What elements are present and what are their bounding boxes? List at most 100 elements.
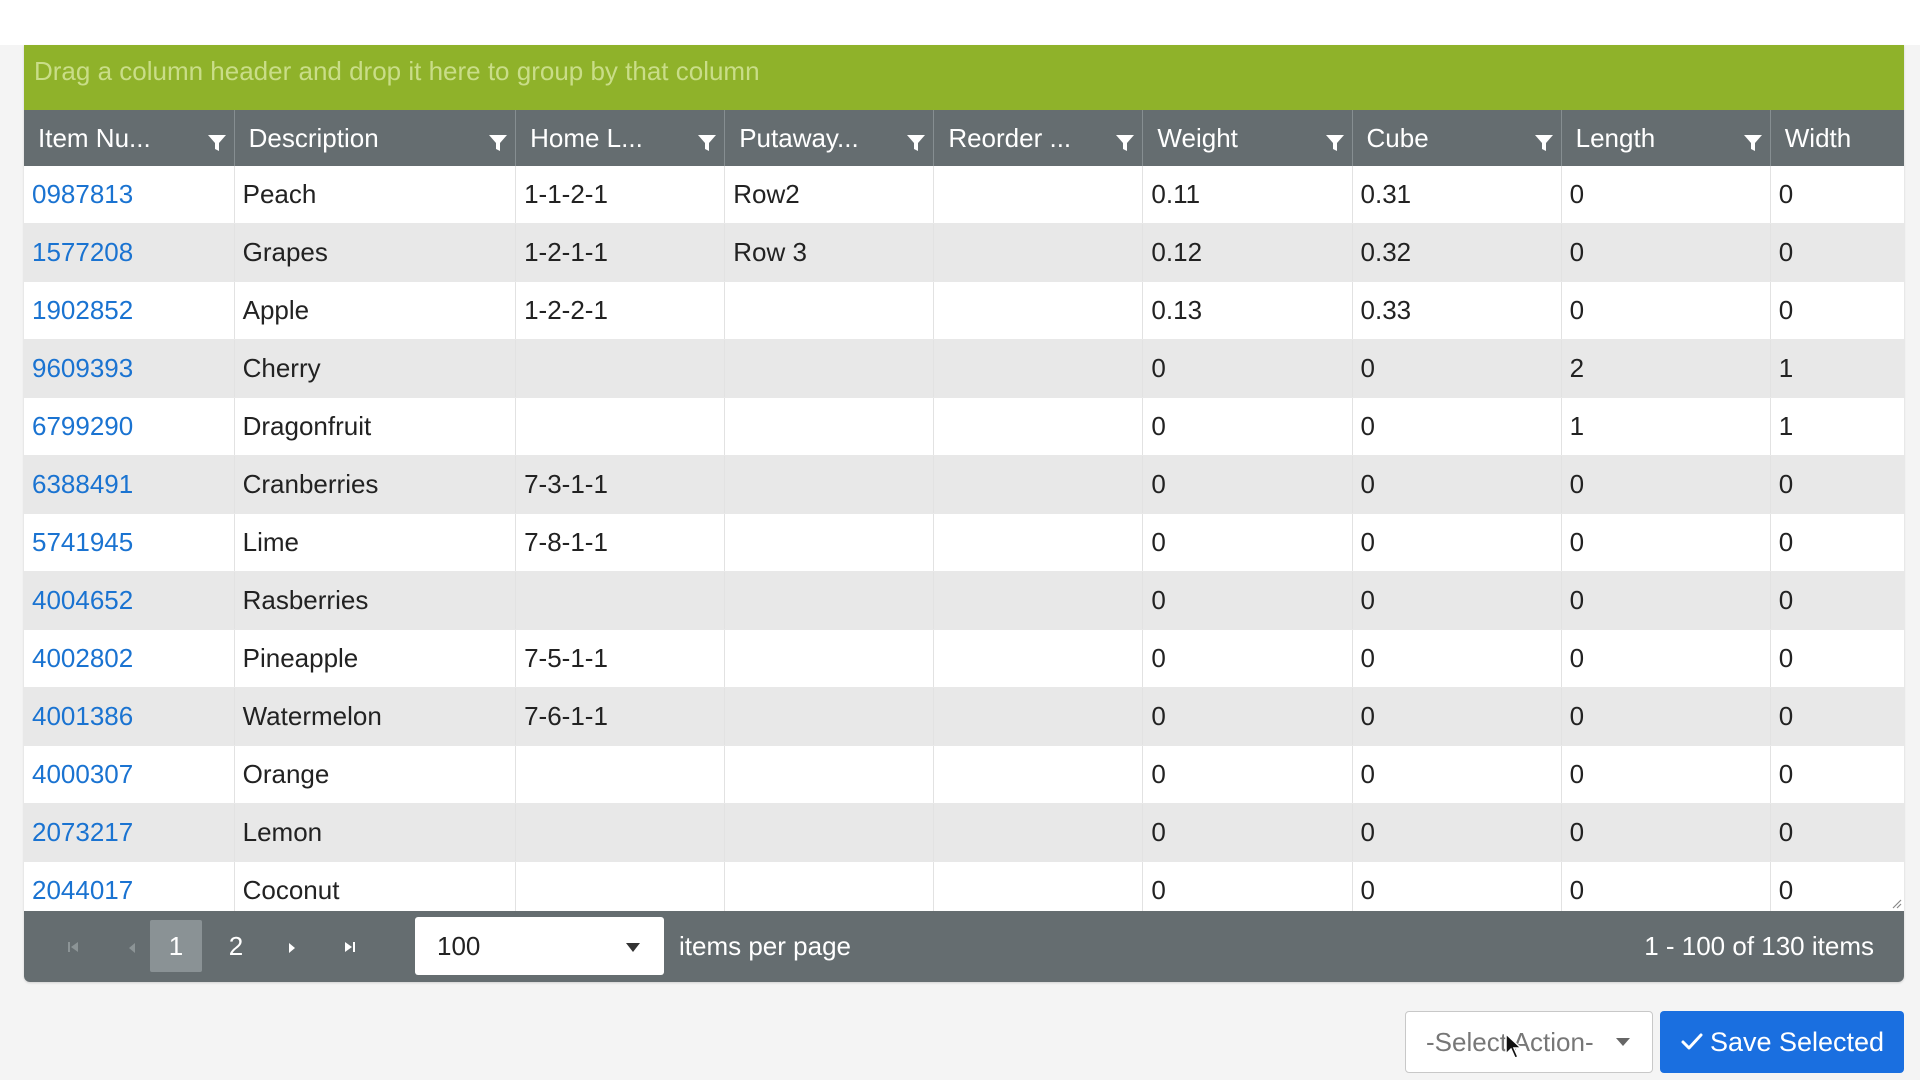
table-cell: 1-2-2-1 — [515, 281, 726, 340]
table-cell: 0 — [1352, 513, 1562, 572]
table-cell — [933, 223, 1144, 282]
table-cell: Row2 — [724, 166, 935, 224]
table-cell: 0 — [1352, 455, 1562, 514]
group-by-drop-zone[interactable]: Drag a column header and drop it here to… — [24, 45, 1904, 110]
filter-icon[interactable] — [1114, 130, 1136, 152]
cell-value: 0 — [1360, 701, 1375, 731]
table-cell: 0.31 — [1352, 166, 1562, 224]
table-row[interactable]: 6799290 Dragonfruit 0 0 1 1 — [24, 397, 1904, 456]
table-cell: 0 — [1142, 629, 1353, 688]
column-header[interactable]: Reorder ... — [933, 110, 1144, 166]
table-row[interactable]: 4000307 Orange 0 0 0 0 — [24, 745, 1904, 804]
first-page-icon[interactable] — [47, 920, 99, 972]
cell-value: Orange — [242, 759, 330, 789]
cell-value: 0 — [1151, 527, 1166, 557]
column-header[interactable]: Home L... — [515, 110, 726, 166]
item-number-link[interactable]: 1902852 — [32, 295, 133, 325]
item-number-link[interactable]: 4001386 — [32, 701, 133, 731]
table-cell: 5741945 — [24, 513, 235, 572]
cell-value: 1-2-2-1 — [524, 295, 608, 325]
table-cell: 0 — [1142, 571, 1353, 630]
table-cell: 0 — [1142, 339, 1353, 398]
table-cell: Cranberries — [234, 455, 517, 514]
last-page-icon[interactable] — [324, 920, 376, 972]
table-cell: 0 — [1561, 455, 1771, 514]
table-cell: Pineapple — [234, 629, 517, 688]
item-number-link[interactable]: 6388491 — [32, 469, 133, 499]
table-cell: Peach — [234, 166, 517, 224]
table-cell: 0 — [1770, 513, 1904, 572]
filter-icon[interactable] — [1533, 130, 1555, 152]
cell-value: 0 — [1778, 295, 1794, 325]
pager-info: 1 - 100 of 130 items — [1644, 931, 1874, 961]
page-size-select[interactable]: 100 — [415, 917, 664, 975]
item-number-link[interactable]: 4002802 — [32, 643, 133, 673]
table-cell: 0 — [1142, 745, 1353, 804]
cell-value: 0 — [1360, 527, 1375, 557]
cell-value: 0 — [1569, 759, 1585, 789]
item-number-link[interactable]: 2073217 — [32, 817, 133, 847]
column-header[interactable]: Cube — [1352, 110, 1562, 166]
table-row[interactable]: 5741945 Lime 7-8-1-1 0 0 0 0 — [24, 513, 1904, 572]
save-selected-button[interactable]: Save Selected — [1660, 1011, 1904, 1073]
table-cell — [933, 513, 1144, 572]
column-header[interactable]: Item Nu... — [24, 110, 235, 166]
filter-icon[interactable] — [487, 130, 509, 152]
filter-icon[interactable] — [206, 130, 228, 152]
cell-value: Grapes — [242, 237, 328, 267]
table-cell: 0 — [1561, 571, 1771, 630]
table-cell: 0 — [1770, 629, 1904, 688]
page-1-button[interactable]: 1 — [150, 920, 202, 972]
column-header[interactable]: Description — [234, 110, 517, 166]
next-page-icon[interactable] — [266, 920, 318, 972]
table-cell: 0 — [1561, 629, 1771, 688]
filter-icon[interactable] — [1742, 130, 1764, 152]
table-cell: Orange — [234, 745, 517, 804]
table-row[interactable]: 1902852 Apple 1-2-2-1 0.13 0.33 0 0 — [24, 281, 1904, 340]
select-action-dropdown[interactable]: -Select Action- — [1405, 1011, 1653, 1073]
column-header[interactable]: Length — [1561, 110, 1771, 166]
page-2-button[interactable]: 2 — [210, 920, 262, 972]
item-number-link[interactable]: 1577208 — [32, 237, 133, 267]
item-number-link[interactable]: 2044017 — [32, 875, 133, 905]
table-row[interactable]: 6388491 Cranberries 7-3-1-1 0 0 0 0 — [24, 455, 1904, 514]
cell-value: 1-2-1-1 — [524, 237, 608, 267]
table-cell — [724, 803, 935, 862]
item-number-link[interactable]: 4000307 — [32, 759, 133, 789]
table-row[interactable]: 9609393 Cherry 0 0 2 1 — [24, 339, 1904, 398]
item-number-link[interactable]: 6799290 — [32, 411, 133, 441]
chevron-down-icon — [1616, 1038, 1630, 1046]
table-cell: Dragonfruit — [234, 397, 517, 456]
top-bar — [0, 0, 1920, 45]
cell-value: 0 — [1151, 701, 1166, 731]
table-row[interactable]: 4001386 Watermelon 7-6-1-1 0 0 0 0 — [24, 687, 1904, 746]
filter-icon[interactable] — [696, 130, 718, 152]
table-row[interactable]: 4002802 Pineapple 7-5-1-1 0 0 0 0 — [24, 629, 1904, 688]
table-row[interactable]: 4004652 Rasberries 0 0 0 0 — [24, 571, 1904, 630]
column-header[interactable]: Width — [1770, 110, 1904, 166]
cell-value: 0 — [1569, 295, 1585, 325]
table-cell: 0 — [1352, 745, 1562, 804]
item-number-link[interactable]: 4004652 — [32, 585, 133, 615]
table-cell: 2073217 — [24, 803, 235, 862]
cell-value: 0 — [1360, 759, 1375, 789]
item-number-link[interactable]: 0987813 — [32, 179, 133, 209]
cell-value: Lemon — [242, 817, 323, 847]
table-cell: 7-5-1-1 — [515, 629, 726, 688]
item-number-link[interactable]: 5741945 — [32, 527, 133, 557]
table-row[interactable]: 1577208 Grapes 1-2-1-1 Row 3 0.12 0.32 0 0 — [24, 223, 1904, 282]
table-cell: 0 — [1561, 166, 1771, 224]
table-row[interactable]: 2073217 Lemon 0 0 0 0 — [24, 803, 1904, 862]
cell-value: 0 — [1360, 875, 1375, 905]
cell-value: 0 — [1778, 643, 1794, 673]
table-cell — [724, 339, 935, 398]
column-header[interactable]: Putaway... — [724, 110, 935, 166]
table-row[interactable]: 0987813 Peach 1-1-2-1 Row2 0.11 0.31 0 0 — [24, 166, 1904, 224]
filter-icon[interactable] — [905, 130, 927, 152]
filter-icon[interactable] — [1324, 130, 1346, 152]
column-header[interactable]: Weight — [1142, 110, 1353, 166]
resize-handle-icon[interactable] — [1890, 896, 1902, 909]
item-number-link[interactable]: 9609393 — [32, 353, 133, 383]
cell-value: 0 — [1151, 411, 1166, 441]
table-cell: 0.13 — [1142, 281, 1353, 340]
